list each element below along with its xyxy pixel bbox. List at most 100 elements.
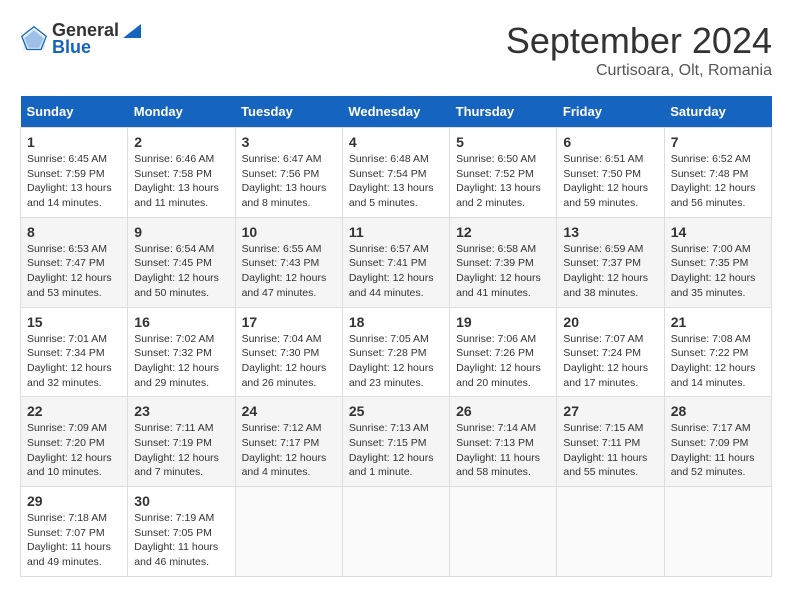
calendar-week-row: 29 Sunrise: 7:18 AMSunset: 7:07 PMDaylig… — [21, 487, 772, 577]
day-number: 10 — [242, 224, 336, 240]
day-detail: Sunrise: 7:12 AMSunset: 7:17 PMDaylight:… — [242, 422, 327, 478]
calendar-day-cell: 9 Sunrise: 6:54 AMSunset: 7:45 PMDayligh… — [128, 217, 235, 307]
day-number: 23 — [134, 403, 228, 419]
day-detail: Sunrise: 6:51 AMSunset: 7:50 PMDaylight:… — [563, 153, 648, 209]
day-detail: Sunrise: 7:02 AMSunset: 7:32 PMDaylight:… — [134, 333, 219, 389]
day-detail: Sunrise: 6:50 AMSunset: 7:52 PMDaylight:… — [456, 153, 541, 209]
day-number: 8 — [27, 224, 121, 240]
day-number: 28 — [671, 403, 765, 419]
day-detail: Sunrise: 7:15 AMSunset: 7:11 PMDaylight:… — [563, 422, 647, 478]
day-number: 4 — [349, 134, 443, 150]
day-detail: Sunrise: 7:17 AMSunset: 7:09 PMDaylight:… — [671, 422, 755, 478]
day-detail: Sunrise: 6:47 AMSunset: 7:56 PMDaylight:… — [242, 153, 327, 209]
calendar-day-cell: 25 Sunrise: 7:13 AMSunset: 7:15 PMDaylig… — [342, 397, 449, 487]
day-detail: Sunrise: 6:55 AMSunset: 7:43 PMDaylight:… — [242, 243, 327, 299]
header-row: Sunday Monday Tuesday Wednesday Thursday… — [21, 96, 772, 128]
calendar-day-cell: 4 Sunrise: 6:48 AMSunset: 7:54 PMDayligh… — [342, 128, 449, 218]
day-detail: Sunrise: 7:09 AMSunset: 7:20 PMDaylight:… — [27, 422, 112, 478]
calendar-day-cell: 23 Sunrise: 7:11 AMSunset: 7:19 PMDaylig… — [128, 397, 235, 487]
logo: General Blue — [20, 20, 143, 58]
day-detail: Sunrise: 7:04 AMSunset: 7:30 PMDaylight:… — [242, 333, 327, 389]
calendar-day-cell: 19 Sunrise: 7:06 AMSunset: 7:26 PMDaylig… — [450, 307, 557, 397]
calendar-day-cell: 12 Sunrise: 6:58 AMSunset: 7:39 PMDaylig… — [450, 217, 557, 307]
calendar-day-cell: 6 Sunrise: 6:51 AMSunset: 7:50 PMDayligh… — [557, 128, 664, 218]
day-detail: Sunrise: 7:05 AMSunset: 7:28 PMDaylight:… — [349, 333, 434, 389]
day-number: 27 — [563, 403, 657, 419]
col-thursday: Thursday — [450, 96, 557, 128]
calendar-week-row: 8 Sunrise: 6:53 AMSunset: 7:47 PMDayligh… — [21, 217, 772, 307]
calendar-day-cell — [664, 487, 771, 577]
calendar-day-cell: 1 Sunrise: 6:45 AMSunset: 7:59 PMDayligh… — [21, 128, 128, 218]
day-detail: Sunrise: 6:45 AMSunset: 7:59 PMDaylight:… — [27, 153, 112, 209]
calendar-day-cell: 30 Sunrise: 7:19 AMSunset: 7:05 PMDaylig… — [128, 487, 235, 577]
day-detail: Sunrise: 6:59 AMSunset: 7:37 PMDaylight:… — [563, 243, 648, 299]
calendar-day-cell: 21 Sunrise: 7:08 AMSunset: 7:22 PMDaylig… — [664, 307, 771, 397]
calendar-day-cell: 13 Sunrise: 6:59 AMSunset: 7:37 PMDaylig… — [557, 217, 664, 307]
day-number: 16 — [134, 314, 228, 330]
day-number: 22 — [27, 403, 121, 419]
day-number: 26 — [456, 403, 550, 419]
calendar-header: Sunday Monday Tuesday Wednesday Thursday… — [21, 96, 772, 128]
day-detail: Sunrise: 7:14 AMSunset: 7:13 PMDaylight:… — [456, 422, 540, 478]
day-number: 2 — [134, 134, 228, 150]
day-detail: Sunrise: 7:18 AMSunset: 7:07 PMDaylight:… — [27, 512, 111, 568]
day-number: 21 — [671, 314, 765, 330]
calendar-day-cell: 29 Sunrise: 7:18 AMSunset: 7:07 PMDaylig… — [21, 487, 128, 577]
location-subtitle: Curtisoara, Olt, Romania — [506, 62, 772, 80]
day-number: 17 — [242, 314, 336, 330]
logo-text: General Blue — [52, 20, 143, 58]
day-detail: Sunrise: 7:13 AMSunset: 7:15 PMDaylight:… — [349, 422, 434, 478]
day-detail: Sunrise: 6:52 AMSunset: 7:48 PMDaylight:… — [671, 153, 756, 209]
calendar-day-cell: 26 Sunrise: 7:14 AMSunset: 7:13 PMDaylig… — [450, 397, 557, 487]
day-detail: Sunrise: 7:06 AMSunset: 7:26 PMDaylight:… — [456, 333, 541, 389]
day-number: 18 — [349, 314, 443, 330]
day-number: 11 — [349, 224, 443, 240]
col-friday: Friday — [557, 96, 664, 128]
day-number: 13 — [563, 224, 657, 240]
calendar-week-row: 15 Sunrise: 7:01 AMSunset: 7:34 PMDaylig… — [21, 307, 772, 397]
calendar-day-cell: 18 Sunrise: 7:05 AMSunset: 7:28 PMDaylig… — [342, 307, 449, 397]
day-detail: Sunrise: 6:54 AMSunset: 7:45 PMDaylight:… — [134, 243, 219, 299]
calendar-day-cell: 16 Sunrise: 7:02 AMSunset: 7:32 PMDaylig… — [128, 307, 235, 397]
calendar-body: 1 Sunrise: 6:45 AMSunset: 7:59 PMDayligh… — [21, 128, 772, 577]
calendar-day-cell: 20 Sunrise: 7:07 AMSunset: 7:24 PMDaylig… — [557, 307, 664, 397]
title-section: September 2024 Curtisoara, Olt, Romania — [506, 20, 772, 80]
calendar-day-cell — [342, 487, 449, 577]
day-number: 15 — [27, 314, 121, 330]
day-detail: Sunrise: 6:48 AMSunset: 7:54 PMDaylight:… — [349, 153, 434, 209]
day-number: 6 — [563, 134, 657, 150]
day-number: 24 — [242, 403, 336, 419]
day-number: 12 — [456, 224, 550, 240]
calendar-day-cell: 5 Sunrise: 6:50 AMSunset: 7:52 PMDayligh… — [450, 128, 557, 218]
day-detail: Sunrise: 7:07 AMSunset: 7:24 PMDaylight:… — [563, 333, 648, 389]
day-number: 9 — [134, 224, 228, 240]
day-number: 25 — [349, 403, 443, 419]
calendar-day-cell: 28 Sunrise: 7:17 AMSunset: 7:09 PMDaylig… — [664, 397, 771, 487]
day-detail: Sunrise: 6:58 AMSunset: 7:39 PMDaylight:… — [456, 243, 541, 299]
col-tuesday: Tuesday — [235, 96, 342, 128]
day-number: 20 — [563, 314, 657, 330]
day-detail: Sunrise: 7:01 AMSunset: 7:34 PMDaylight:… — [27, 333, 112, 389]
calendar-day-cell: 17 Sunrise: 7:04 AMSunset: 7:30 PMDaylig… — [235, 307, 342, 397]
day-detail: Sunrise: 7:11 AMSunset: 7:19 PMDaylight:… — [134, 422, 219, 478]
calendar-week-row: 22 Sunrise: 7:09 AMSunset: 7:20 PMDaylig… — [21, 397, 772, 487]
day-detail: Sunrise: 6:53 AMSunset: 7:47 PMDaylight:… — [27, 243, 112, 299]
month-year-title: September 2024 — [506, 20, 772, 62]
day-number: 30 — [134, 493, 228, 509]
day-number: 14 — [671, 224, 765, 240]
calendar-day-cell: 15 Sunrise: 7:01 AMSunset: 7:34 PMDaylig… — [21, 307, 128, 397]
col-monday: Monday — [128, 96, 235, 128]
col-saturday: Saturday — [664, 96, 771, 128]
page-header: General Blue September 2024 Curtisoara, … — [20, 20, 772, 80]
calendar-table: Sunday Monday Tuesday Wednesday Thursday… — [20, 96, 772, 577]
calendar-day-cell — [557, 487, 664, 577]
calendar-day-cell: 8 Sunrise: 6:53 AMSunset: 7:47 PMDayligh… — [21, 217, 128, 307]
calendar-day-cell: 10 Sunrise: 6:55 AMSunset: 7:43 PMDaylig… — [235, 217, 342, 307]
calendar-day-cell: 11 Sunrise: 6:57 AMSunset: 7:41 PMDaylig… — [342, 217, 449, 307]
day-number: 7 — [671, 134, 765, 150]
calendar-week-row: 1 Sunrise: 6:45 AMSunset: 7:59 PMDayligh… — [21, 128, 772, 218]
calendar-day-cell: 2 Sunrise: 6:46 AMSunset: 7:58 PMDayligh… — [128, 128, 235, 218]
col-wednesday: Wednesday — [342, 96, 449, 128]
day-number: 29 — [27, 493, 121, 509]
day-number: 5 — [456, 134, 550, 150]
